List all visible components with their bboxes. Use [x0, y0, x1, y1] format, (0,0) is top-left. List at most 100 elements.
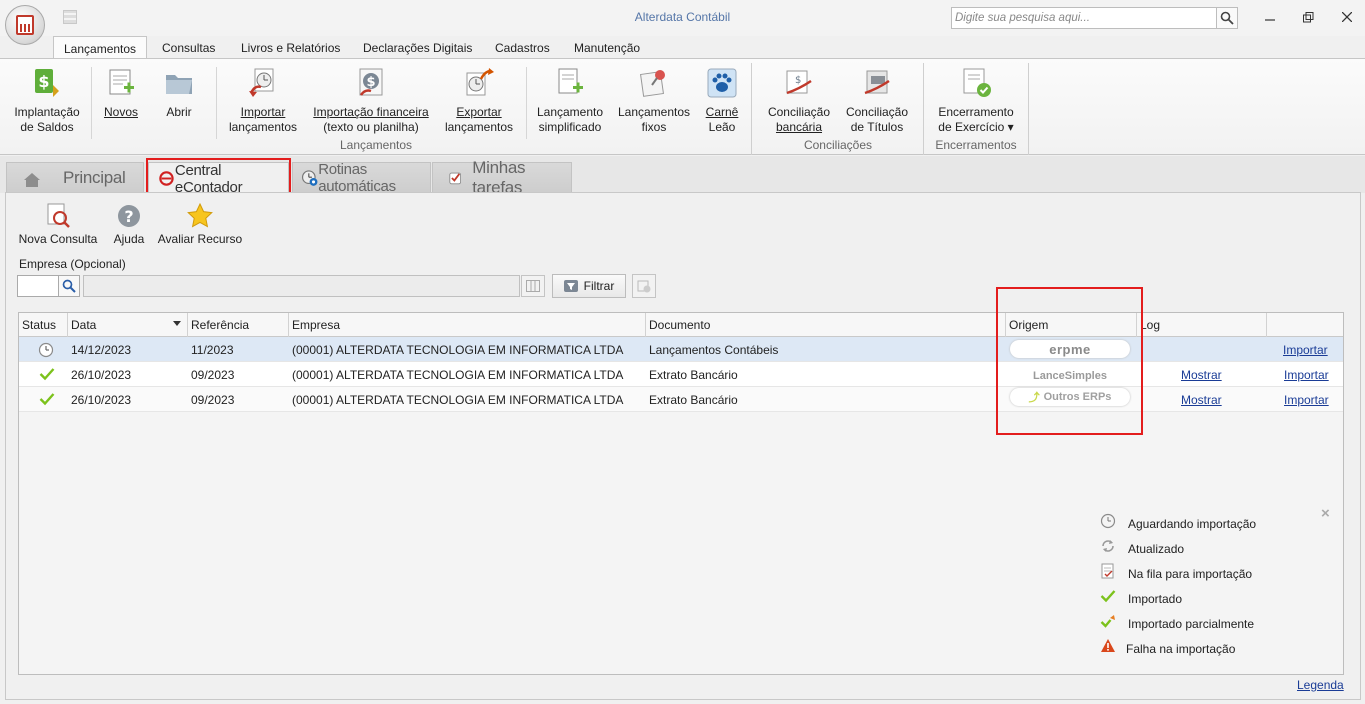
- col-log[interactable]: Log: [1137, 313, 1267, 337]
- filtrar-button[interactable]: Filtrar: [552, 274, 626, 298]
- empresa-code-input[interactable]: [17, 275, 59, 297]
- restore-icon: [1302, 11, 1313, 22]
- abrir-button[interactable]: Abrir: [158, 67, 200, 120]
- tab-minhas-tarefas[interactable]: Minhas tarefas: [432, 158, 572, 197]
- lancamento-simplificado-label-1: Lançamento: [536, 105, 604, 119]
- document-tabs: Principal Central eContador Rotinas auto…: [0, 156, 1365, 197]
- clock-icon: [1100, 513, 1116, 529]
- svg-text:$: $: [366, 75, 375, 90]
- origem-lance-label: LanceSimples: [1033, 370, 1107, 382]
- col-referencia[interactable]: Referência: [188, 313, 289, 337]
- table-row[interactable]: 26/10/2023 09/2023 (00001) ALTERDATA TEC…: [19, 387, 1343, 412]
- legend-item: Falha na importação: [1098, 638, 1338, 663]
- lancamento-simplificado-label-2: simplificado: [538, 120, 602, 134]
- sort-desc-icon: [173, 321, 181, 326]
- clear-filter-button[interactable]: [632, 274, 656, 298]
- legenda-link[interactable]: Legenda: [1297, 678, 1344, 692]
- mostrar-log-link[interactable]: Mostrar: [1178, 362, 1225, 387]
- column-chooser-button[interactable]: [521, 275, 545, 297]
- origem-outros-label: Outros ERPs: [1043, 391, 1112, 403]
- empresa-name-input[interactable]: [83, 275, 520, 297]
- tab-principal[interactable]: Principal: [6, 162, 144, 193]
- export-clock-icon: [463, 67, 495, 99]
- importar-link[interactable]: Importar: [1280, 337, 1331, 362]
- ribbon-tab-manutencao[interactable]: Manutenção: [574, 36, 640, 59]
- ribbon-tab-consultas[interactable]: Consultas: [162, 36, 215, 59]
- ribbon-tab-cadastros[interactable]: Cadastros: [495, 36, 550, 59]
- importar-link[interactable]: Importar: [1281, 362, 1332, 387]
- cell-data: 26/10/2023: [71, 393, 132, 407]
- legend-label: Na fila para importação: [1128, 567, 1253, 581]
- check-icon: [1100, 590, 1116, 603]
- restore-button[interactable]: [1295, 8, 1321, 26]
- origem-erpme-logo: erpme: [1010, 340, 1130, 358]
- col-empresa[interactable]: Empresa: [289, 313, 646, 337]
- search-icon: [62, 279, 76, 293]
- global-search-input[interactable]: Digite sua pesquisa aqui...: [951, 7, 1217, 29]
- minimize-button[interactable]: [1257, 8, 1283, 26]
- lancamentos-fixos-label-2: fixos: [641, 120, 667, 134]
- encerramento-label-1: Encerramento: [938, 105, 1014, 119]
- importacao-financeira-button[interactable]: $ Importação financeira (texto ou planil…: [310, 67, 432, 135]
- cell-documento: Extrato Bancário: [649, 393, 738, 407]
- carne-leao-button[interactable]: Carnê Leão: [702, 67, 742, 135]
- exportar-lancamentos-button[interactable]: Exportar lançamentos: [442, 67, 516, 135]
- bank-reconciliation-icon: $: [783, 67, 815, 99]
- ribbon-tab-declaracoes-digitais[interactable]: Declarações Digitais: [363, 36, 472, 59]
- importar-lancamentos-button[interactable]: Importar lançamentos: [226, 67, 300, 135]
- global-search-button[interactable]: [1216, 7, 1238, 29]
- money-import-icon: $: [31, 67, 63, 99]
- ribbon-tab-lancamentos[interactable]: Lançamentos: [53, 36, 148, 59]
- conciliacao-titulos-button[interactable]: Conciliação de Títulos: [842, 67, 912, 135]
- clear-filter-icon: [637, 280, 651, 293]
- tab-rotinas-label: Rotinas automáticas: [318, 161, 396, 195]
- pin-note-icon: [638, 67, 670, 99]
- col-origem[interactable]: Origem: [1006, 313, 1137, 337]
- application-menu-button[interactable]: [5, 5, 45, 45]
- table-row[interactable]: 14/12/2023 11/2023 (00001) ALTERDATA TEC…: [19, 337, 1343, 362]
- econtador-logo-icon: [159, 171, 174, 186]
- close-window-button[interactable]: [1334, 8, 1360, 26]
- encerramento-exercicio-button[interactable]: Encerramento de Exercício ▾: [933, 67, 1019, 135]
- lancamento-simplificado-button[interactable]: Lançamento simplificado: [534, 67, 606, 135]
- warning-icon: [1101, 639, 1115, 652]
- cell-documento: Lançamentos Contábeis: [649, 343, 779, 357]
- importar-link-label: Importar: [1284, 368, 1329, 382]
- cell-empresa: (00001) ALTERDATA TECNOLOGIA EM INFORMAT…: [292, 343, 624, 357]
- status-check-icon: [36, 362, 58, 387]
- novos-button[interactable]: Novos: [100, 67, 142, 120]
- nova-consulta-button[interactable]: Nova Consulta: [17, 203, 99, 246]
- title-bar: Alterdata Contábil Digite sua pesquisa a…: [0, 0, 1365, 45]
- tab-rotinas-automaticas[interactable]: Rotinas automáticas: [292, 161, 431, 195]
- col-status[interactable]: Status: [19, 313, 68, 337]
- importar-link-label: Importar: [1284, 393, 1329, 407]
- search-icon: [1220, 11, 1234, 25]
- tab-central-econtador-label: Central eContador: [174, 161, 243, 196]
- legend-item: Aguardando importação: [1098, 513, 1338, 538]
- implantacao-saldos-button[interactable]: $ Implantação de Saldos: [12, 67, 82, 135]
- import-clock-icon: [247, 67, 279, 99]
- col-documento[interactable]: Documento: [646, 313, 1006, 337]
- star-icon: [187, 202, 213, 229]
- ajuda-button[interactable]: ? Ajuda: [110, 203, 148, 246]
- exportar-label-1: Exportar: [456, 105, 502, 119]
- mostrar-log-link[interactable]: Mostrar: [1178, 387, 1225, 412]
- ajuda-label: Ajuda: [113, 232, 145, 246]
- table-row[interactable]: 26/10/2023 09/2023 (00001) ALTERDATA TEC…: [19, 362, 1343, 387]
- new-document-icon: [105, 67, 137, 99]
- importar-link[interactable]: Importar: [1281, 387, 1332, 412]
- empresa-search-button[interactable]: [58, 275, 80, 297]
- queue-icon: [1101, 563, 1114, 579]
- lancamentos-fixos-button[interactable]: Lançamentos fixos: [616, 67, 692, 135]
- legend-label: Importado parcialmente: [1128, 617, 1255, 631]
- col-data[interactable]: Data: [68, 313, 188, 337]
- avaliar-recurso-button[interactable]: Avaliar Recurso: [156, 202, 244, 246]
- tab-central-econtador[interactable]: Central eContador: [148, 161, 289, 196]
- home-icon: [24, 173, 40, 187]
- exportar-label-2: lançamentos: [444, 120, 514, 134]
- conciliacao-bancaria-button[interactable]: $ Conciliação bancária: [764, 67, 834, 135]
- importar-link-label: Importar: [1283, 343, 1328, 357]
- importacao-financeira-label-2: (texto ou planilha): [323, 120, 419, 134]
- ribbon-tab-livros-relatorios[interactable]: Livros e Relatórios: [241, 36, 340, 59]
- legend-label: Importado: [1128, 592, 1183, 606]
